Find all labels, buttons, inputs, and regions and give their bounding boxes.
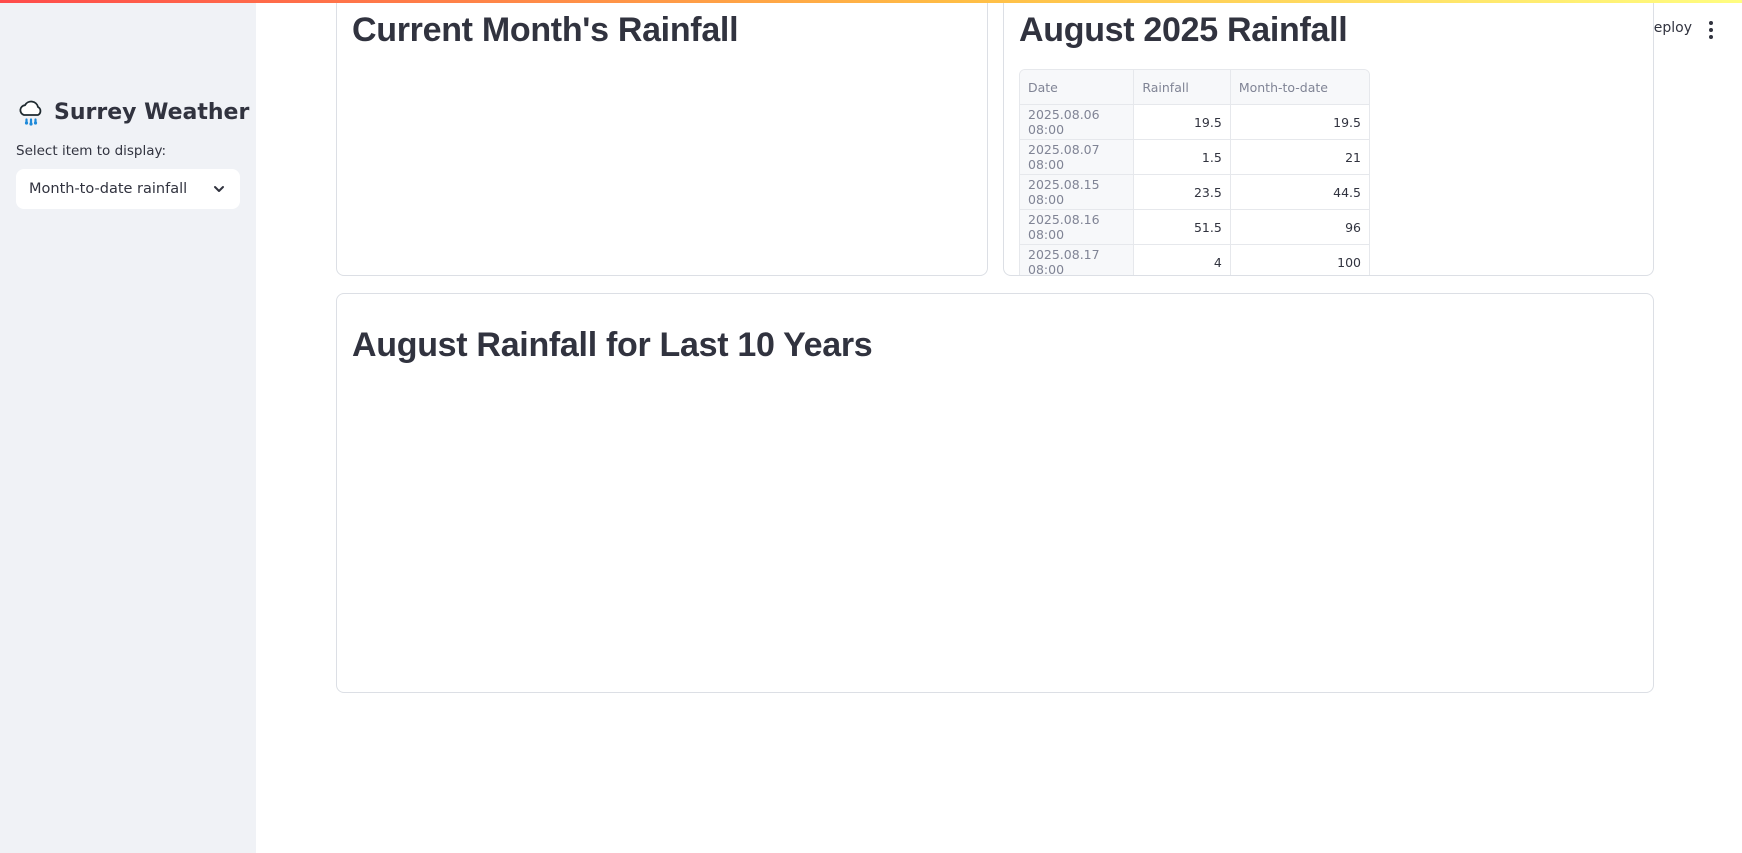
history-card: August Rainfall for Last 10 Years bbox=[336, 293, 1654, 693]
table-header-row: Date Rainfall Month-to-date bbox=[1020, 70, 1369, 105]
select-value: Month-to-date rainfall bbox=[29, 181, 188, 197]
table-row: 2025.08.07 08:00 1.5 21 bbox=[1020, 140, 1369, 175]
month-to-date-cell: 96 bbox=[1345, 219, 1361, 235]
select-label: Select item to display: bbox=[16, 143, 167, 159]
table-row: 2025.08.06 08:00 19.5 19.5 bbox=[1020, 105, 1369, 140]
current-month-title: Current Month's Rainfall bbox=[352, 11, 739, 49]
date-cell: 2025.08.17 08:00 bbox=[1020, 245, 1135, 275]
rainfall-cell: 1.5 bbox=[1134, 140, 1231, 174]
table-row: 2025.08.15 08:00 23.5 44.5 bbox=[1020, 175, 1369, 210]
sidebar-title: Surrey Weather bbox=[16, 94, 249, 130]
month-to-date-cell: 100 bbox=[1337, 254, 1361, 270]
rainfall-table[interactable]: Date Rainfall Month-to-date 2025.08.06 0… bbox=[1019, 69, 1370, 275]
chevron-down-icon bbox=[212, 182, 226, 196]
column-header-rainfall[interactable]: Rainfall bbox=[1134, 70, 1231, 104]
rainfall-cell: 51.5 bbox=[1134, 210, 1231, 244]
rainfall-cell: 4 bbox=[1134, 245, 1231, 275]
rainfall-cell: 23.5 bbox=[1134, 175, 1231, 209]
sidebar: Surrey Weather Select item to display: M… bbox=[0, 0, 256, 853]
month-to-date-cell: 21 bbox=[1345, 149, 1361, 165]
column-header-month-to-date[interactable]: Month-to-date bbox=[1231, 70, 1369, 104]
month-to-date-cell: 44.5 bbox=[1333, 184, 1361, 200]
month-table-card: August 2025 Rainfall Date Rainfall Month… bbox=[1003, 0, 1654, 276]
date-cell: 2025.08.16 08:00 bbox=[1020, 210, 1135, 244]
more-vertical-icon bbox=[1709, 21, 1713, 25]
main-menu-button[interactable] bbox=[1701, 18, 1721, 42]
month-table-title: August 2025 Rainfall bbox=[1019, 11, 1348, 49]
table-row: 2025.08.17 08:00 4 100 bbox=[1020, 245, 1369, 275]
column-header-date[interactable]: Date bbox=[1020, 70, 1135, 104]
date-cell: 2025.08.07 08:00 bbox=[1020, 140, 1135, 174]
app-title: Surrey Weather bbox=[54, 99, 250, 125]
rain-cloud-icon bbox=[16, 97, 46, 127]
table-row: 2025.08.16 08:00 51.5 96 bbox=[1020, 210, 1369, 245]
display-item-select[interactable]: Month-to-date rainfall bbox=[16, 169, 240, 209]
date-cell: 2025.08.15 08:00 bbox=[1020, 175, 1135, 209]
month-to-date-cell: 19.5 bbox=[1333, 114, 1361, 130]
current-month-card: Current Month's Rainfall bbox=[336, 0, 988, 276]
rainfall-cell: 19.5 bbox=[1134, 105, 1231, 139]
history-title: August Rainfall for Last 10 Years bbox=[352, 326, 873, 364]
top-decoration-bar bbox=[0, 0, 1742, 3]
date-cell: 2025.08.06 08:00 bbox=[1020, 105, 1135, 139]
